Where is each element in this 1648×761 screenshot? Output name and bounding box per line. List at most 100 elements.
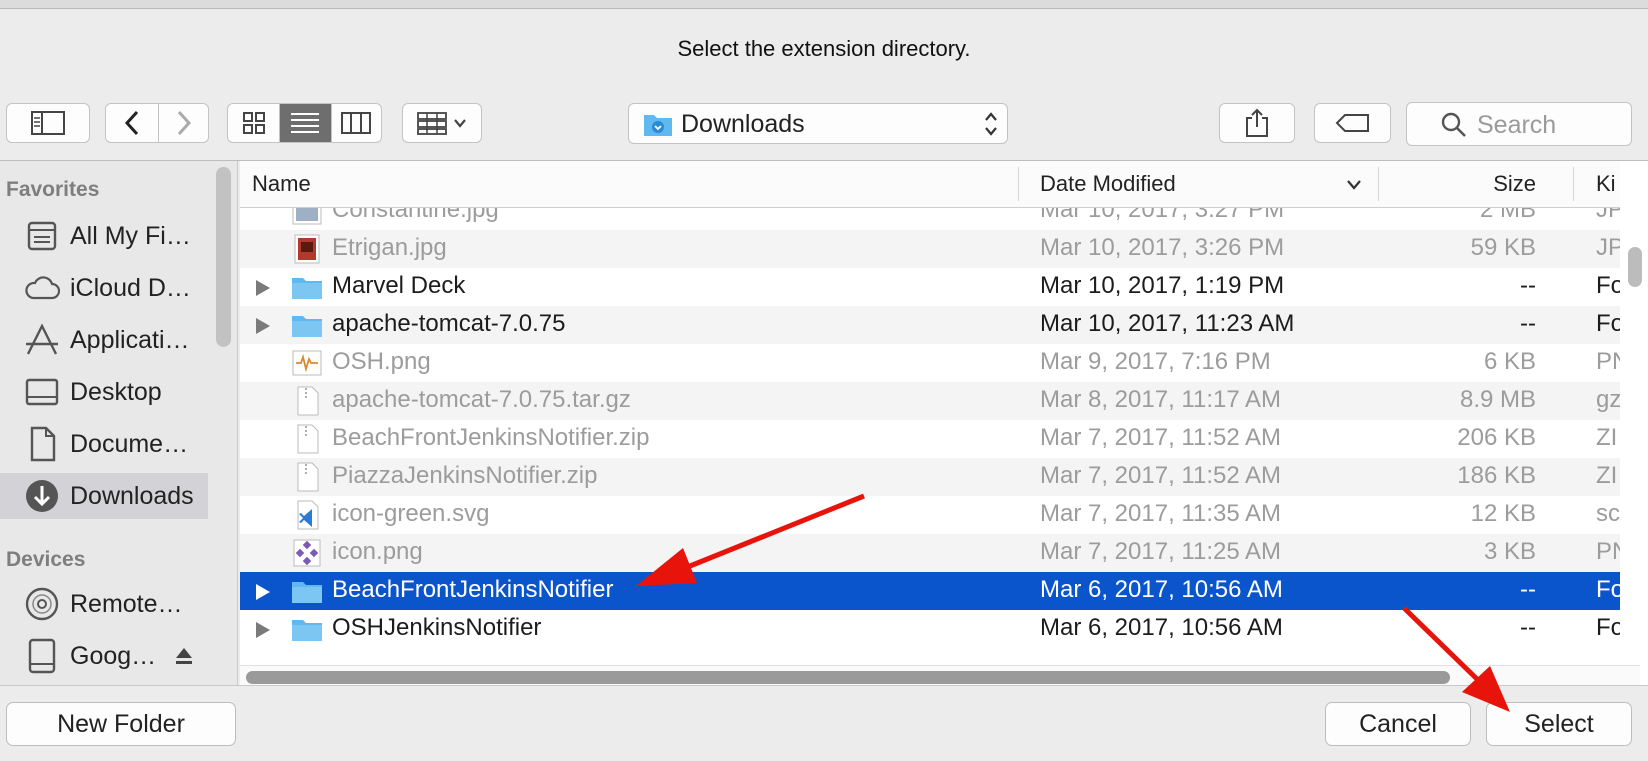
list-icon <box>291 113 320 133</box>
favorites-heading: Favorites <box>6 178 100 201</box>
search-field[interactable]: Search <box>1406 102 1632 146</box>
file-row[interactable]: apache-tomcat-7.0.75 Mar 10, 2017, 11:23… <box>240 306 1620 344</box>
file-row[interactable]: OSHJenkinsNotifier Mar 6, 2017, 10:56 AM… <box>240 610 1620 648</box>
file-size: 59 KB <box>1470 234 1536 261</box>
sidebar-item-label: Desktop <box>70 377 162 406</box>
sidebar-item-google-drive[interactable]: Goog… <box>0 633 208 679</box>
file-row[interactable]: icon-green.svg Mar 7, 2017, 11:35 AM 12 … <box>240 496 1620 534</box>
file-row[interactable]: PiazzaJenkinsNotifier.zip Mar 7, 2017, 1… <box>240 458 1620 496</box>
dialog-title: Select the extension directory. <box>677 36 971 61</box>
folder-icon <box>292 582 322 603</box>
file-date: Mar 10, 2017, 11:23 AM <box>1040 310 1295 337</box>
disclosure-triangle-icon[interactable] <box>256 584 270 600</box>
disclosure-triangle-icon[interactable] <box>256 280 270 296</box>
file-row[interactable]: Marvel Deck Mar 10, 2017, 1:19 PM -- Fo <box>240 268 1620 306</box>
file-name: apache-tomcat-7.0.75 <box>332 310 566 337</box>
select-button[interactable]: Select <box>1486 702 1632 746</box>
file-date: Mar 7, 2017, 11:52 AM <box>1040 424 1282 451</box>
back-button[interactable] <box>106 104 158 142</box>
file-date: Mar 6, 2017, 10:56 AM <box>1040 614 1283 641</box>
file-name: Marvel Deck <box>332 272 466 299</box>
file-size: -- <box>1520 272 1536 299</box>
sidebar-scrollbar[interactable] <box>216 167 231 347</box>
column-view-button[interactable] <box>330 104 381 142</box>
file-kind: JP <box>1596 234 1620 261</box>
file-row[interactable]: icon.png Mar 7, 2017, 11:25 AM 3 KB PN <box>240 534 1620 572</box>
horizontal-scrollbar[interactable] <box>246 671 1450 684</box>
file-row[interactable]: Constantine.jpg Mar 10, 2017, 3:27 PM 2 … <box>240 208 1620 230</box>
zip-file-icon <box>297 424 319 454</box>
column-separator <box>1573 167 1574 201</box>
sidebar-item-icloud-drive[interactable]: iCloud D… <box>0 265 208 311</box>
file-kind: JP <box>1596 208 1620 223</box>
vertical-scrollbar[interactable] <box>1628 247 1642 287</box>
sidebar-item-all-my-files[interactable]: All My Fi… <box>0 213 208 259</box>
column-separator <box>1018 167 1019 201</box>
file-kind: Fo <box>1596 576 1620 603</box>
view-mode-control <box>227 103 382 143</box>
image-file-icon <box>292 208 322 225</box>
column-date-modified[interactable]: Date Modified <box>1040 171 1176 197</box>
disclosure-triangle-icon[interactable] <box>256 622 270 638</box>
column-size[interactable]: Size <box>1493 171 1536 197</box>
sidebar-item-label: Applicati… <box>70 325 190 354</box>
forward-button[interactable] <box>158 104 208 142</box>
file-size: 206 KB <box>1457 424 1536 451</box>
cancel-button[interactable]: Cancel <box>1325 702 1471 746</box>
search-placeholder: Search <box>1477 111 1557 139</box>
sidebar-item-documents[interactable]: Docume… <box>0 421 208 467</box>
file-size: 12 KB <box>1470 500 1536 527</box>
sort-chevron-down-icon <box>1347 180 1361 190</box>
location-popup[interactable]: Downloads <box>628 103 1008 144</box>
sidebar-item-desktop[interactable]: Desktop <box>0 369 208 415</box>
file-kind: sc <box>1596 500 1620 527</box>
file-date: Mar 7, 2017, 11:52 AM <box>1040 462 1282 489</box>
file-date: Mar 9, 2017, 7:16 PM <box>1040 348 1271 375</box>
share-icon <box>1246 108 1268 137</box>
file-name: PiazzaJenkinsNotifier.zip <box>332 462 598 489</box>
file-size: 6 KB <box>1483 348 1536 375</box>
file-kind: ZI <box>1596 424 1618 451</box>
file-name: icon-green.svg <box>332 500 490 527</box>
file-list: Name Date Modified Size Ki Constantine.j… <box>240 161 1648 685</box>
column-kind[interactable]: Ki <box>1596 171 1616 197</box>
file-name: apache-tomcat-7.0.75.tar.gz <box>332 386 631 413</box>
file-row[interactable]: OSH.png Mar 9, 2017, 7:16 PM 6 KB PN <box>240 344 1620 382</box>
chevron-right-icon <box>177 110 191 136</box>
sidebar-item-applications[interactable]: Applicati… <box>0 317 208 363</box>
desktop-icon <box>20 369 64 415</box>
sidebar-toggle-button[interactable] <box>6 103 90 143</box>
file-name: Etrigan.jpg <box>332 234 447 261</box>
zip-file-icon <box>297 462 319 492</box>
file-kind: ZI <box>1596 462 1618 489</box>
file-date: Mar 8, 2017, 11:17 AM <box>1040 386 1282 413</box>
new-folder-button[interactable]: New Folder <box>6 702 236 746</box>
file-row[interactable]: BeachFrontJenkinsNotifier.zip Mar 7, 201… <box>240 420 1620 458</box>
file-date: Mar 10, 2017, 3:27 PM <box>1040 208 1285 223</box>
file-kind: PN <box>1596 348 1620 375</box>
column-name[interactable]: Name <box>252 171 311 197</box>
tag-button[interactable] <box>1314 103 1391 143</box>
file-row[interactable]: Etrigan.jpg Mar 10, 2017, 3:26 PM 59 KB … <box>240 230 1620 268</box>
file-name: OSH.png <box>332 348 431 375</box>
updown-chevron-icon <box>985 112 997 136</box>
file-row[interactable]: apache-tomcat-7.0.75.tar.gz Mar 8, 2017,… <box>240 382 1620 420</box>
sidebar-item-remote-disc[interactable]: Remote… <box>0 581 208 627</box>
columns-icon <box>341 112 372 134</box>
archive-file-icon <box>297 386 319 416</box>
share-button[interactable] <box>1219 103 1295 143</box>
folder-icon <box>292 278 322 299</box>
arrange-menu-button[interactable] <box>402 103 482 143</box>
icon-view-button[interactable] <box>228 104 279 142</box>
file-size: 2 MB <box>1479 208 1536 223</box>
grid-icon <box>242 112 265 134</box>
disclosure-triangle-icon[interactable] <box>256 318 270 334</box>
image-file-icon <box>292 350 322 376</box>
cloud-icon <box>20 265 64 311</box>
sidebar-item-downloads[interactable]: Downloads <box>0 473 208 519</box>
folder-icon <box>292 620 322 641</box>
list-view-button[interactable] <box>279 104 331 142</box>
file-size: 3 KB <box>1483 538 1536 565</box>
file-row-selected[interactable]: BeachFrontJenkinsNotifier Mar 6, 2017, 1… <box>240 572 1620 610</box>
eject-icon[interactable] <box>174 646 194 666</box>
